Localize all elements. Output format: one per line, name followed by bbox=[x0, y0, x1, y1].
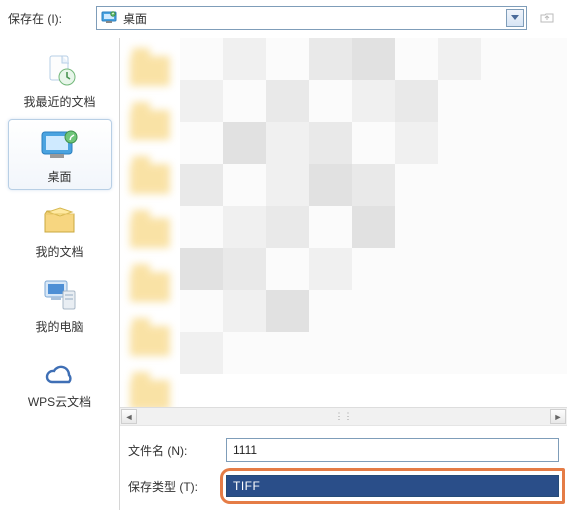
save-in-row: 保存在 (I): 桌面 bbox=[0, 0, 567, 38]
folder-icon bbox=[130, 100, 174, 140]
blurred-content bbox=[180, 38, 567, 407]
folder-icon bbox=[130, 262, 174, 302]
sidebar-item-recent[interactable]: 我最近的文档 bbox=[8, 44, 112, 115]
scroll-left-button[interactable]: ◄ bbox=[121, 409, 137, 424]
filetype-label: 保存类型 (T): bbox=[128, 478, 220, 495]
sidebar-item-label: 我的文档 bbox=[35, 243, 83, 260]
folder-icon bbox=[130, 316, 174, 356]
sidebar-item-label: 我的电脑 bbox=[35, 318, 83, 335]
sidebar-item-wpscloud[interactable]: WPS云文档 bbox=[8, 344, 112, 415]
up-folder-button[interactable] bbox=[535, 6, 559, 30]
folder-icon bbox=[130, 208, 174, 248]
sidebar-item-mydocs[interactable]: 我的文档 bbox=[8, 194, 112, 265]
recent-docs-icon bbox=[36, 51, 84, 91]
location-dropdown-button[interactable] bbox=[506, 9, 524, 27]
location-text: 桌面 bbox=[123, 10, 147, 27]
desktop-icon bbox=[36, 126, 84, 166]
horizontal-scrollbar[interactable]: ◄ ⋮⋮ ► bbox=[120, 407, 567, 425]
sidebar-item-label: 我最近的文档 bbox=[23, 93, 95, 110]
bottom-form: 文件名 (N): 1111 保存类型 (T): TIFF bbox=[120, 425, 567, 510]
location-combo[interactable]: 桌面 bbox=[96, 6, 527, 30]
save-in-label: 保存在 (I): bbox=[8, 10, 88, 27]
places-sidebar: 我最近的文档 桌面 bbox=[0, 38, 120, 510]
scroll-grip-icon: ⋮⋮ bbox=[335, 411, 353, 422]
folder-up-icon bbox=[539, 10, 555, 26]
folder-icon bbox=[130, 46, 174, 86]
sidebar-item-desktop[interactable]: 桌面 bbox=[8, 119, 112, 190]
scroll-right-button[interactable]: ► bbox=[550, 409, 566, 424]
wps-cloud-icon bbox=[36, 351, 84, 391]
chevron-down-icon bbox=[511, 15, 519, 21]
my-computer-icon bbox=[36, 276, 84, 316]
filename-input[interactable]: 1111 bbox=[226, 438, 559, 462]
filename-value: 1111 bbox=[233, 443, 257, 457]
file-list[interactable] bbox=[120, 38, 567, 407]
folder-icon bbox=[130, 370, 174, 407]
filetype-value: TIFF bbox=[233, 479, 260, 493]
filename-label: 文件名 (N): bbox=[128, 442, 220, 459]
my-documents-icon bbox=[36, 201, 84, 241]
folder-icon bbox=[130, 154, 174, 194]
filetype-combo[interactable]: TIFF bbox=[226, 475, 559, 497]
sidebar-item-mycomputer[interactable]: 我的电脑 bbox=[8, 269, 112, 340]
sidebar-item-label: 桌面 bbox=[47, 168, 71, 185]
desktop-icon bbox=[101, 10, 117, 26]
sidebar-item-label: WPS云文档 bbox=[28, 393, 91, 410]
